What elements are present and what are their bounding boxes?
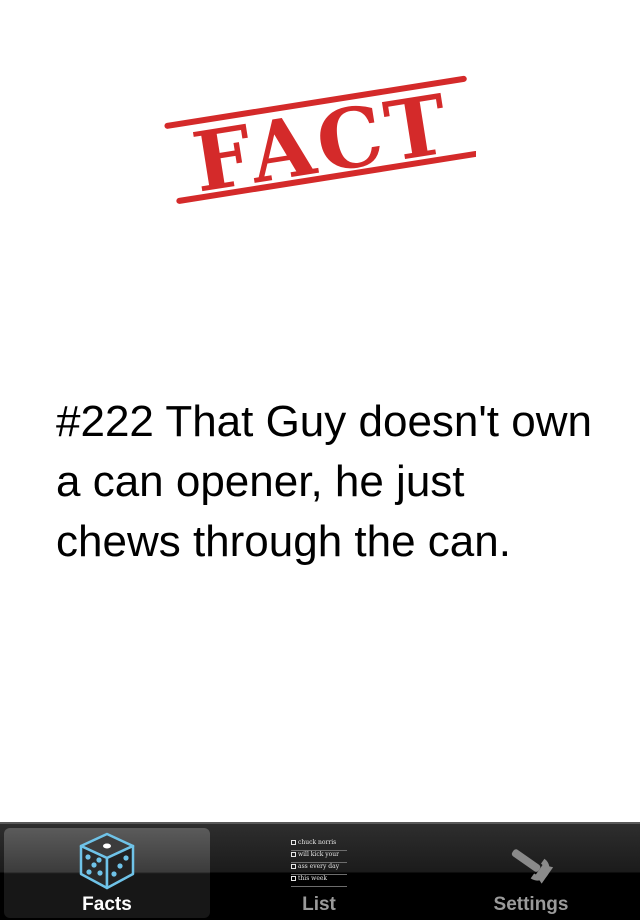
checklist-row-4: this week — [298, 875, 328, 882]
dice-icon — [77, 832, 137, 895]
fact-stamp-icon: FACT — [164, 75, 479, 212]
tab-facts-label: Facts — [82, 894, 132, 915]
tab-list-label: List — [302, 894, 336, 915]
checklist-icon: chuck norris will kick your ass every da… — [291, 838, 347, 890]
tab-settings-label: Settings — [493, 894, 569, 915]
checklist-row-3: ass every day — [298, 863, 340, 870]
wrench-icon — [505, 842, 557, 891]
tab-list[interactable]: chuck norris will kick your ass every da… — [216, 828, 422, 918]
checklist-row-2: will kick your — [298, 851, 339, 858]
tab-settings[interactable]: Settings — [428, 828, 634, 918]
tab-bar: Facts chuck norris will kick your ass ev… — [0, 822, 640, 920]
tab-facts[interactable]: Facts — [4, 828, 210, 918]
svg-text:FACT: FACT — [187, 76, 458, 210]
fact-stamp-logo: FACT — [164, 50, 479, 212]
checklist-row-1: chuck norris — [298, 839, 337, 846]
fact-text: #222 That Guy doesn't own a can opener, … — [56, 397, 592, 566]
